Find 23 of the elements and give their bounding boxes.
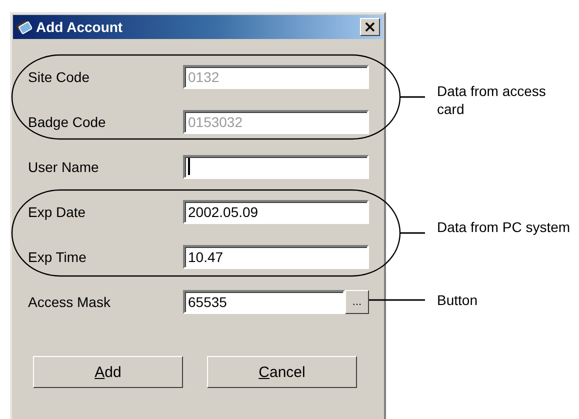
leader-line: [400, 96, 425, 98]
field-label: Site Code: [28, 68, 90, 84]
callout-text: Data from PC system: [437, 218, 572, 236]
browse-button[interactable]: ...: [345, 290, 369, 314]
input-field[interactable]: 10.47: [183, 244, 369, 268]
text-caret: [188, 158, 190, 175]
close-button[interactable]: ×: [360, 18, 380, 36]
window-title: Add Account: [36, 19, 124, 35]
field-label: Badge Code: [28, 114, 107, 130]
input-field[interactable]: 2002.05.09: [183, 200, 369, 224]
field-label: Exp Time: [28, 248, 88, 264]
input-field[interactable]: 65535: [183, 290, 345, 314]
field-label: Exp Date: [28, 204, 87, 220]
callout-text: Data from access card: [437, 82, 547, 118]
dialog-button[interactable]: Cancel: [207, 356, 357, 388]
field-label: User Name: [28, 158, 100, 174]
dialog-button[interactable]: Add: [33, 356, 183, 388]
leader-line: [369, 299, 425, 301]
callout-text: Button: [437, 291, 478, 309]
card-icon: [16, 19, 32, 35]
input-field[interactable]: [183, 154, 369, 178]
leader-line: [400, 232, 425, 234]
field-label: Access Mask: [28, 294, 112, 310]
